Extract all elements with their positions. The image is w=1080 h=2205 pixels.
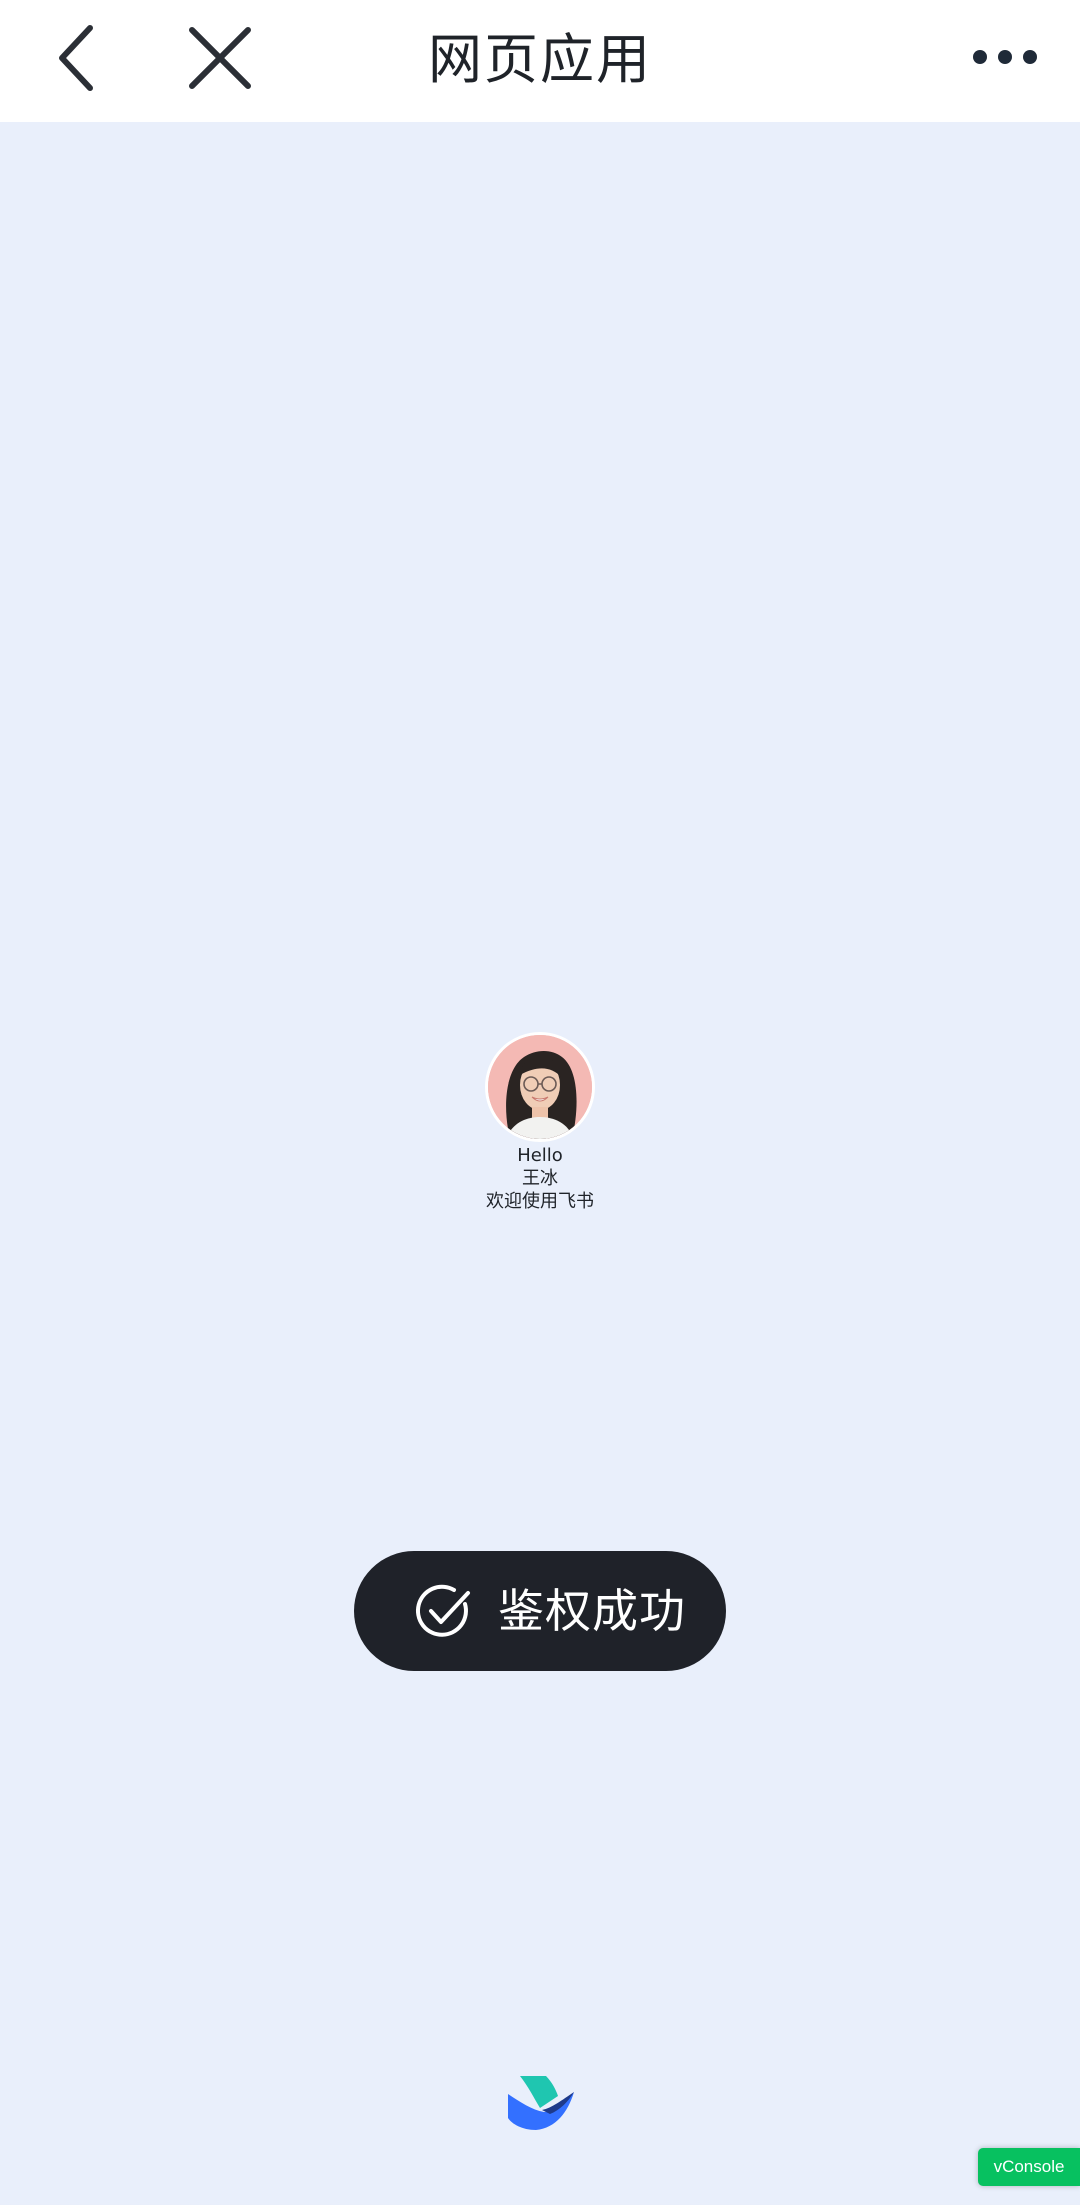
check-circle-icon (416, 1584, 470, 1637)
feishu-logo (508, 2076, 574, 2130)
navbar: 网页应用 (0, 0, 1080, 122)
avatar (485, 1032, 595, 1142)
vconsole-button[interactable]: vConsole (978, 2148, 1080, 2186)
page-title: 网页应用 (428, 28, 652, 91)
toast-message: 鉴权成功 (498, 1584, 686, 1638)
user-card: Hello 王冰 欢迎使用飞书 (390, 1032, 690, 1213)
toast: 鉴权成功 (354, 1551, 726, 1671)
more-dots-icon[interactable] (970, 36, 1040, 76)
user-name: 王冰 (522, 1168, 558, 1189)
greeting-text: Hello (517, 1145, 563, 1166)
welcome-text: 欢迎使用飞书 (486, 1191, 594, 1212)
